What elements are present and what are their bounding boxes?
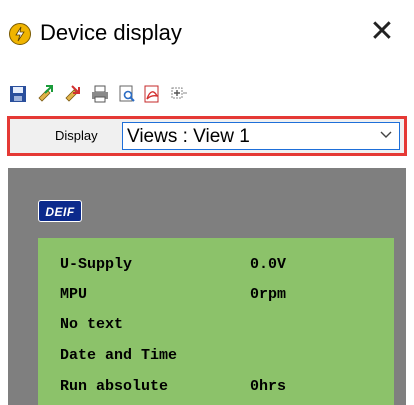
screen-row-label: Date and Time xyxy=(60,347,178,364)
lcd-screen: U-Supply 0.0V MPU 0rpm No text Date and … xyxy=(38,238,394,405)
screen-row-label: No text xyxy=(60,316,124,333)
pdf-export-icon[interactable] xyxy=(142,84,162,104)
display-selected-value: Views : View 1 xyxy=(127,126,250,147)
deif-logo: DEIF xyxy=(38,200,82,222)
display-label: Display xyxy=(55,128,98,143)
close-icon[interactable]: ✕ xyxy=(366,17,398,49)
save-icon[interactable] xyxy=(8,84,28,104)
screen-row-label: Run absolute xyxy=(60,378,169,395)
app-icon xyxy=(9,23,31,45)
upload-config-icon[interactable] xyxy=(36,84,56,104)
screen-row-label: U-Supply xyxy=(60,256,133,273)
title-bar: Device display ✕ xyxy=(0,0,414,76)
display-dropdown[interactable]: Views : View 1 xyxy=(122,122,400,150)
window-title: Device display xyxy=(40,20,182,45)
zoom-fit-icon[interactable] xyxy=(168,84,188,104)
print-icon[interactable] xyxy=(90,84,110,104)
screen-row-label: MPU xyxy=(60,286,88,303)
download-config-icon[interactable] xyxy=(63,84,83,104)
screen-row-value: 0rpm xyxy=(250,286,287,303)
print-preview-icon[interactable] xyxy=(117,84,137,104)
chevron-down-icon xyxy=(380,131,392,138)
display-selector-row: Display Views : View 1 xyxy=(7,116,407,156)
screen-row-value: 0.0V xyxy=(250,256,287,273)
screen-row-value: 0hrs xyxy=(250,378,287,395)
